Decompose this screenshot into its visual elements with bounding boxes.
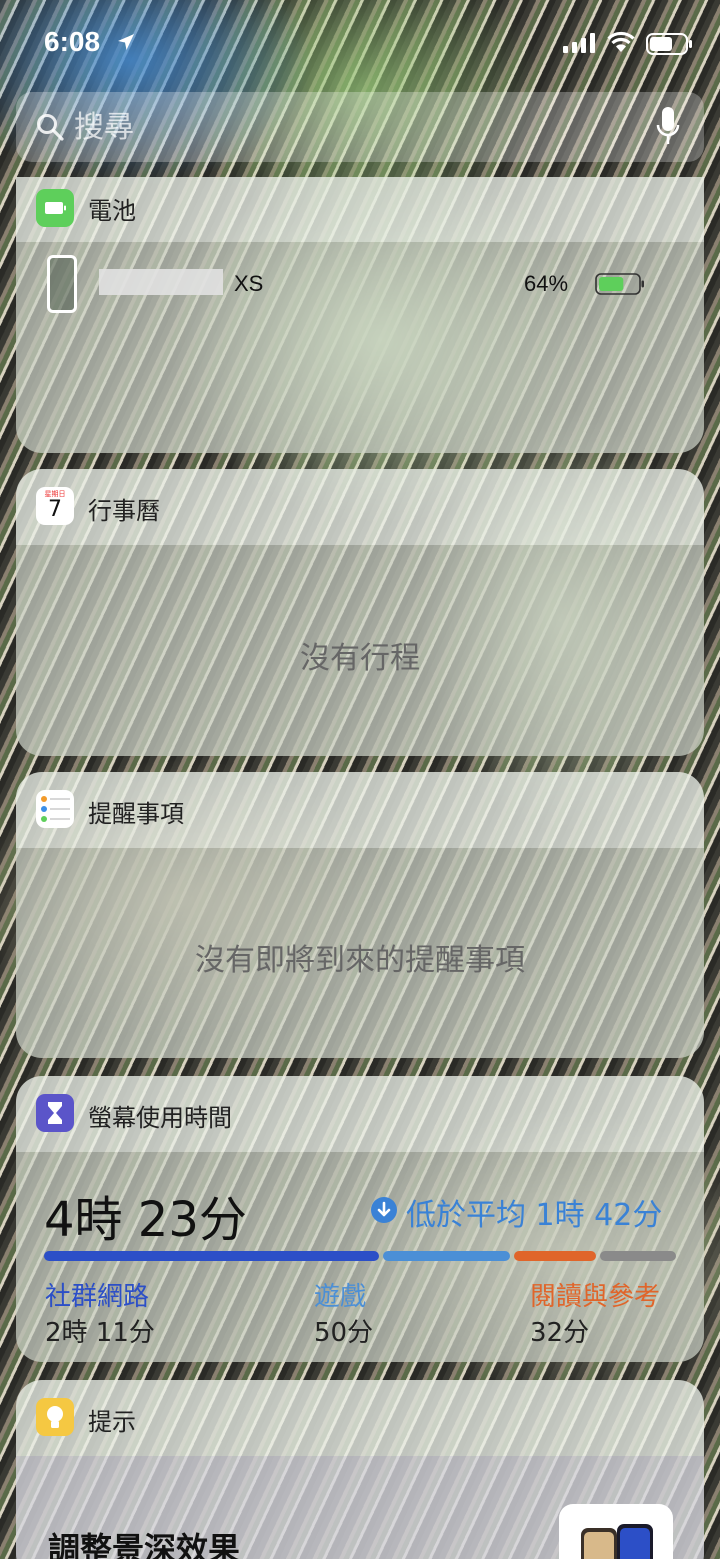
- category-value-social: 2時 11分: [45, 1318, 155, 1348]
- battery-status-icon: [646, 33, 692, 55]
- tip-headline: 調整景深效果: [48, 1530, 241, 1559]
- calendar-widget-header: 星期日 7 行事曆: [16, 469, 704, 545]
- reminders-widget[interactable]: 提醒事項 沒有即將到來的提醒事項: [16, 772, 704, 1058]
- microphone-icon[interactable]: [656, 106, 680, 146]
- status-bar: 6:08: [0, 0, 720, 88]
- calendar-icon-date: 7: [48, 497, 62, 522]
- lightbulb-icon: [36, 1398, 74, 1436]
- calendar-widget-title: 行事曆: [88, 497, 160, 525]
- calendar-widget[interactable]: 星期日 7 行事曆 沒有行程: [16, 469, 704, 756]
- battery-percent: 64%: [524, 271, 569, 296]
- tips-widget-header: 提示: [16, 1380, 704, 1456]
- category-value-games: 50分: [314, 1318, 374, 1348]
- battery-widget-header: 電池: [16, 177, 704, 242]
- search-input[interactable]: [74, 104, 634, 150]
- screen-time-widget-title: 螢幕使用時間: [88, 1104, 232, 1132]
- category-value-reading: 32分: [530, 1318, 590, 1348]
- reminders-empty-message: 沒有即將到來的提醒事項: [195, 943, 525, 978]
- arrow-down-circle-icon: [371, 1197, 397, 1223]
- screen-time-total: 4時 23分: [44, 1192, 247, 1248]
- tips-widget[interactable]: 提示 調整景深效果: [16, 1380, 704, 1559]
- usage-bar-games: [382, 1251, 511, 1261]
- search-icon: [37, 114, 64, 141]
- screen-time-widget-header: 螢幕使用時間: [16, 1076, 704, 1152]
- status-time: 6:08: [44, 26, 101, 57]
- category-label-games: 遊戲: [314, 1282, 367, 1312]
- cellular-signal-icon: [563, 33, 595, 53]
- usage-bar-social: [44, 1251, 379, 1261]
- screen-time-widget[interactable]: 螢幕使用時間 4時 23分 低於平均 1時 42分 社群網路 2時 11分 遊戲…: [16, 1076, 704, 1362]
- location-arrow-icon: [118, 34, 134, 50]
- iphone-icon: [47, 255, 77, 313]
- device-battery-icon: [595, 273, 644, 295]
- calendar-empty-message: 沒有行程: [300, 641, 420, 676]
- reminders-app-icon: [36, 790, 74, 828]
- device-name: XS: [234, 271, 264, 296]
- reminders-widget-header: 提醒事項: [16, 772, 704, 848]
- tips-widget-title: 提示: [88, 1408, 136, 1436]
- battery-app-icon: [36, 189, 74, 227]
- redacted-device-name: [99, 269, 223, 295]
- battery-widget[interactable]: 電池 XS 64%: [16, 177, 704, 453]
- battery-widget-title: 電池: [88, 197, 136, 225]
- hourglass-icon: [36, 1094, 74, 1132]
- calendar-app-icon: 星期日 7: [36, 487, 74, 525]
- category-label-reading: 閱讀與參考: [530, 1282, 661, 1312]
- tip-thumbnail-image: [559, 1504, 673, 1559]
- usage-bar-other: [600, 1251, 676, 1261]
- usage-bar-reading: [514, 1251, 596, 1261]
- reminders-widget-title: 提醒事項: [88, 800, 184, 828]
- wifi-icon: [607, 31, 635, 52]
- category-label-social: 社群網路: [45, 1282, 150, 1312]
- screen-time-comparison: 低於平均 1時 42分: [406, 1198, 663, 1233]
